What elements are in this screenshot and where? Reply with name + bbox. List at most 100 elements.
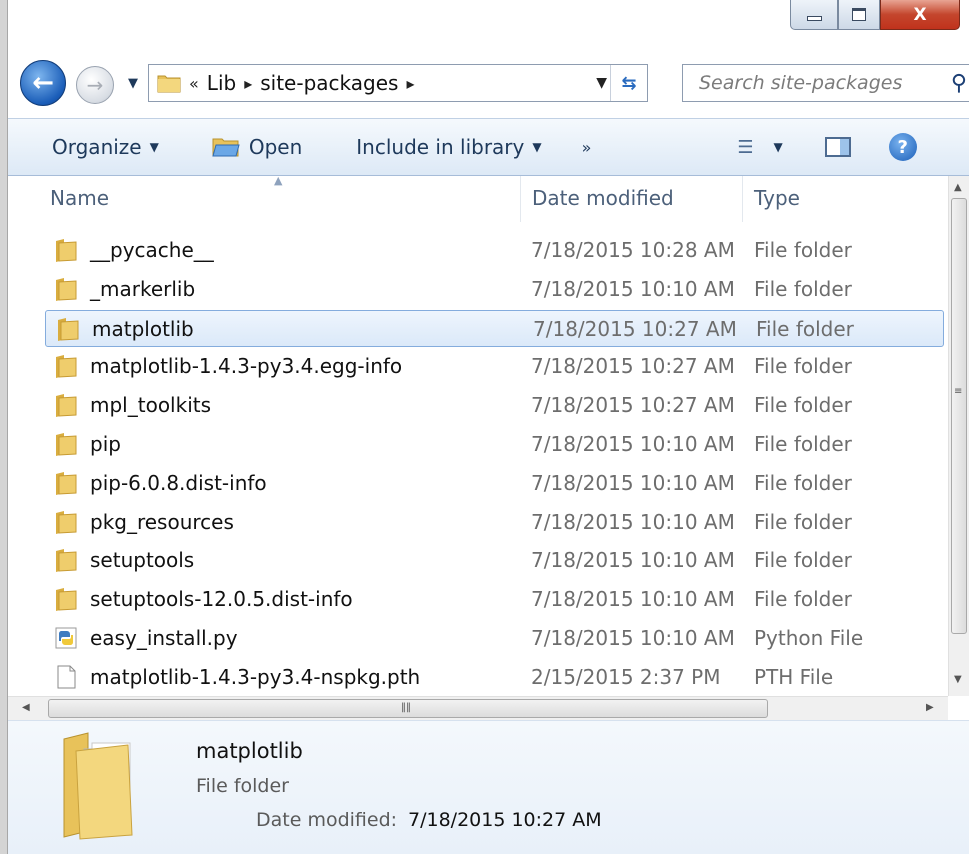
file-type: File folder [754,276,852,301]
file-type: File folder [754,393,852,418]
search-icon[interactable]: ⚲ [951,71,967,96]
file-date-modified: 7/18/2015 10:10 AM [531,587,735,612]
file-row[interactable]: matplotlib-1.4.3-py3.4.egg-info 7/18/2015… [44,348,944,385]
file-type: Python File [754,626,864,650]
file-type: File folder [754,587,852,612]
folder-icon [56,317,80,341]
file-name: mpl_toolkits [90,393,212,418]
organize-button[interactable]: Organize ▼ [52,135,159,159]
refresh-icon: ⇆ [621,72,637,94]
breadcrumb-lib[interactable]: Lib [207,71,236,95]
column-divider[interactable] [520,176,521,222]
search-box: ⚲ [682,64,969,102]
file-row[interactable]: matplotlib-1.4.3-py3.4-nspkg.pth 2/15/201… [44,659,944,696]
minimize-button[interactable] [790,0,838,30]
file-row[interactable]: matplotlib 7/18/2015 10:27 AM File folder [45,309,944,347]
column-headers: ▲ Name Date modified Type [8,176,948,222]
search-input[interactable] [697,71,931,95]
recent-pages-dropdown[interactable]: ▼ [128,76,138,91]
address-bar[interactable]: « Lib ▸ site-packages ▸ ▼ ⇆ [148,64,648,102]
folder-icon [54,548,78,573]
open-button[interactable]: Open [211,135,302,159]
file-name: _markerlib [90,276,196,301]
file-date-modified: 7/18/2015 10:10 AM [531,276,735,301]
scroll-up-icon[interactable]: ▲ [954,182,962,193]
file-type: File folder [754,238,852,262]
help-button[interactable]: ? [888,133,917,161]
folder-large-icon [63,732,133,840]
file-type: File folder [754,432,852,456]
breadcrumb-separator-icon[interactable]: ▸ [244,74,252,93]
file-row[interactable]: setuptools-12.0.5.dist-info 7/18/2015 10:… [44,581,944,618]
file-date-modified: 7/18/2015 10:27 AM [531,354,735,379]
breadcrumb-separator-icon[interactable]: ▸ [406,74,414,93]
file-name: easy_install.py [90,626,238,650]
file-type: File folder [756,316,854,341]
breadcrumb-site-packages[interactable]: site-packages [260,71,398,95]
file-date-modified: 7/18/2015 10:10 AM [531,626,735,650]
file-row[interactable]: pkg_resources 7/18/2015 10:10 AM File fold… [44,504,944,541]
preview-pane-button[interactable] [824,137,851,157]
file-date-modified: 7/18/2015 10:10 AM [531,509,735,534]
maximize-button[interactable] [838,0,880,30]
close-icon: X [913,4,927,25]
breadcrumb-overflow[interactable]: « [189,74,199,93]
column-header-name[interactable]: Name [50,186,109,210]
file-date-modified: 7/18/2015 10:10 AM [531,548,735,573]
vertical-scrollbar[interactable]: ▲ ≡ ▼ [948,176,969,696]
include-in-library-label: Include in library [356,135,525,159]
open-folder-icon [212,138,240,157]
chevron-down-icon: ▼ [128,76,138,91]
column-header-date-modified[interactable]: Date modified [532,186,674,210]
document-icon [54,665,78,689]
file-row[interactable]: pip 7/18/2015 10:10 AM File folder [44,426,944,463]
forward-button[interactable]: → [76,66,114,104]
refresh-button[interactable]: ⇆ [610,65,647,101]
view-list-icon: ☰ [737,136,754,158]
details-pane: matplotlib File folder Date modified: 7/… [8,720,969,854]
forward-arrow-icon: → [86,73,104,97]
folder-icon [54,238,78,262]
folder-icon [157,75,181,93]
file-date-modified: 7/18/2015 10:27 AM [531,393,735,418]
file-date-modified: 7/18/2015 10:10 AM [531,470,735,495]
change-view-button[interactable]: ☰ ▼ [737,137,782,158]
include-in-library-button[interactable]: Include in library ▼ [356,135,541,159]
file-row[interactable]: _markerlib 7/18/2015 10:10 AM File folder [44,271,944,308]
scroll-right-icon[interactable]: ▶ [926,702,934,713]
back-button[interactable]: ← [20,60,66,106]
file-date-modified: 7/18/2015 10:28 AM [531,238,735,262]
file-date-modified: 7/18/2015 10:27 AM [533,316,737,341]
vertical-scroll-thumb[interactable] [951,198,967,634]
folder-icon [54,354,78,379]
chevron-down-icon: ▼ [532,140,542,154]
chevron-down-icon: ▼ [773,140,783,154]
details-type: File folder [196,775,289,797]
column-header-type[interactable]: Type [754,186,800,210]
file-date-modified: 7/18/2015 10:10 AM [531,432,735,456]
python-file-icon [54,626,78,650]
close-button[interactable]: X [880,0,960,30]
folder-icon [54,510,78,534]
file-name: matplotlib-1.4.3-py3.4-nspkg.pth [90,664,421,689]
file-row[interactable]: setuptools 7/18/2015 10:10 AM File folder [44,542,944,579]
minimize-icon [806,16,822,21]
file-row[interactable]: mpl_toolkits 7/18/2015 10:27 AM File folde… [44,387,944,424]
file-name: matplotlib-1.4.3-py3.4.egg-info [90,354,403,379]
file-row[interactable]: pip-6.0.8.dist-info 7/18/2015 10:10 AM Fil… [44,465,944,502]
file-row[interactable]: easy_install.py 7/18/2015 10:10 AM Python … [44,620,944,657]
scroll-down-icon[interactable]: ▼ [954,674,962,685]
file-type: PTH File [754,664,834,689]
file-row[interactable]: __pycache__ 7/18/2015 10:28 AM File folder [44,232,944,269]
sort-ascending-icon: ▲ [274,176,283,187]
command-bar: Organize ▼ Open Include in library ▼ » ☰… [8,118,969,176]
address-history-dropdown[interactable]: ▼ [596,75,607,91]
more-commands-button[interactable]: » [582,138,592,157]
column-divider[interactable] [742,176,743,222]
file-type: File folder [754,470,852,495]
horizontal-scrollbar[interactable]: ◀ ‖‖ ▶ [8,696,948,721]
scroll-left-icon[interactable]: ◀ [22,702,30,713]
folder-icon [54,587,78,612]
chevron-down-icon: ▼ [149,140,159,154]
file-name: pip-6.0.8.dist-info [90,470,267,495]
